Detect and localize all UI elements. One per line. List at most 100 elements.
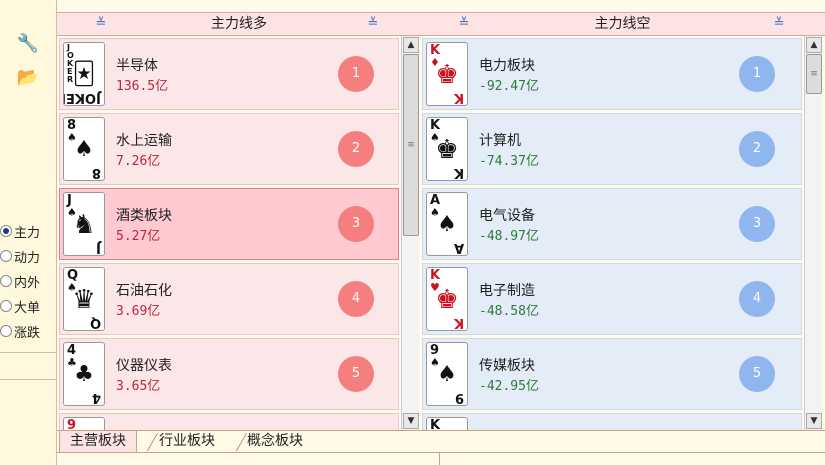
radio-label: 内外 [14, 275, 41, 291]
capital-flow-value: 7.26亿 [116, 154, 161, 169]
sector-row[interactable]: JOKER🃏JOKER半导体136.5亿1 [59, 38, 399, 110]
panel-header: ≚ 主力线多 ≚ [57, 12, 421, 36]
sidebar: 🔧 📂 主力 动力 内外 大单 涨跌 [0, 0, 57, 465]
playing-card-icon: JOKER🃏JOKER [63, 42, 105, 106]
panel-header: ≚ 主力线空 ≚ [420, 12, 825, 36]
sector-list: JOKER🃏JOKER半导体136.5亿18♠♠8水上运输7.26亿2J♠♞J酒… [57, 36, 401, 430]
playing-card-icon: 9♥9 [63, 417, 105, 430]
sector-row[interactable]: A ♠ ♠ A 电气设备 -48.97亿 3 [422, 188, 802, 260]
sector-row[interactable]: 8 ♠ ♠ 8 水上运输 7.26亿 2 [59, 113, 399, 185]
card-rank-bottom: 9 [454, 390, 464, 405]
radio-button-icon[interactable] [0, 325, 12, 337]
card-rank-bottom: A [453, 240, 464, 255]
playing-card-icon: K ♦ ♚ K [426, 42, 468, 106]
card-rank-bottom: 4 [91, 390, 101, 405]
card-rank: 9 [67, 418, 77, 431]
scroll-thumb[interactable]: ≡ [806, 54, 822, 94]
rank-badge: 5 [739, 356, 775, 392]
sidebar-divider [0, 379, 56, 380]
panel-bear: ≚ 主力线空 ≚ K ♦ ♚ K 电力板块 -92.47亿 1 K ♠ ♚ K 计算机 -74.37亿 2… [420, 12, 825, 430]
collapse-icon[interactable]: ≚ [93, 16, 109, 32]
panel-title: 主力线空 [594, 16, 651, 32]
card-rank-bottom: K [453, 315, 464, 330]
card-face-icon: ♣ [74, 362, 94, 387]
radio-inout[interactable]: 内外 [0, 270, 40, 292]
tab-concept[interactable]: 概念板块 [237, 431, 313, 453]
rank-badge: 5 [338, 356, 374, 392]
playing-card-icon: Q ♠ ♛ Q [63, 267, 105, 331]
scroll-up-icon[interactable]: ▲ [806, 37, 822, 53]
folder-icon[interactable]: 📂 [16, 66, 40, 88]
rank-badge: 3 [338, 206, 374, 242]
sector-row[interactable]: K ♥ ♚ K 电子制造 -48.58亿 4 [422, 263, 802, 335]
playing-card-icon: A ♠ ♠ A [426, 192, 468, 256]
card-face-icon: ♚ [435, 285, 459, 315]
card-rank-bottom: J [96, 240, 101, 255]
card-face-icon: ♞ [72, 210, 96, 240]
sector-name: 计算机 [479, 133, 521, 149]
sector-row[interactable]: 9♥9 [59, 413, 399, 430]
radio-main[interactable]: 主力 [0, 220, 40, 242]
radio-button-icon[interactable] [0, 225, 12, 237]
rank-badge: 2 [739, 131, 775, 167]
expand-icon[interactable]: ≚ [365, 16, 381, 32]
sector-name: 水上运输 [116, 133, 172, 149]
tab-bar: 主营板块 行业板块 概念板块 [57, 430, 825, 453]
expand-icon[interactable]: ≚ [771, 16, 787, 32]
playing-card-icon: J ♠ ♞ J [63, 192, 105, 256]
capital-flow-value: -42.95亿 [479, 379, 539, 394]
tab-industry[interactable]: 行业板块 [149, 431, 225, 453]
card-rank: K [430, 418, 441, 431]
tab-main-business[interactable]: 主营板块 [59, 431, 137, 453]
sector-name: 电子制造 [479, 283, 535, 299]
playing-card-icon: 4 ♣ ♣ 4 [63, 342, 105, 406]
panel-bull: ≚ 主力线多 ≚ JOKER🃏JOKER半导体136.5亿18♠♠8水上运输7.… [57, 12, 421, 430]
vertical-scrollbar[interactable]: ▲ ≡ ▼ [401, 36, 419, 430]
card-face-icon: ♠ [437, 212, 457, 237]
sector-name: 半导体 [116, 58, 158, 74]
playing-card-icon: K ♠ ♚ K [426, 117, 468, 181]
sector-name: 传媒板块 [479, 358, 535, 374]
status-bar [57, 452, 825, 465]
sector-row[interactable]: J ♠ ♞ J 酒类板块 5.27亿 3 [59, 188, 399, 260]
capital-flow-value: -48.58亿 [479, 304, 539, 319]
card-face-icon: 🃏 [72, 62, 96, 87]
scroll-thumb[interactable]: ≡ [403, 54, 419, 236]
radio-button-icon[interactable] [0, 275, 12, 287]
sector-row[interactable]: Q ♠ ♛ Q 石油石化 3.69亿 4 [59, 263, 399, 335]
sector-row[interactable]: KK [422, 413, 802, 430]
radio-power[interactable]: 动力 [0, 245, 40, 267]
card-rank-bottom: JOKER [64, 90, 101, 105]
scroll-up-icon[interactable]: ▲ [403, 37, 419, 53]
sector-name: 石油石化 [116, 283, 172, 299]
card-face-icon: ♚ [435, 60, 459, 90]
playing-card-icon: K ♥ ♚ K [426, 267, 468, 331]
card-rank-bottom: 8 [91, 165, 101, 180]
sidebar-divider [0, 352, 56, 353]
rank-badge: 3 [739, 206, 775, 242]
radio-button-icon[interactable] [0, 300, 12, 312]
sector-name: 酒类板块 [116, 208, 172, 224]
radio-button-icon[interactable] [0, 250, 12, 262]
vertical-scrollbar[interactable]: ▲ ≡ ▼ [804, 36, 822, 430]
scroll-down-icon[interactable]: ▼ [806, 413, 822, 429]
sector-row[interactable]: K ♠ ♚ K 计算机 -74.37亿 2 [422, 113, 802, 185]
card-face-icon: ♠ [74, 137, 94, 162]
radio-change[interactable]: 涨跌 [0, 320, 40, 342]
sector-row[interactable]: 9 ♠ ♠ 9 传媒板块 -42.95亿 5 [422, 338, 802, 410]
capital-flow-value: -74.37亿 [479, 154, 539, 169]
wrench-icon[interactable]: 🔧 [16, 32, 40, 54]
capital-flow-value: -92.47亿 [479, 79, 539, 94]
sector-row[interactable]: 4 ♣ ♣ 4 仪器仪表 3.65亿 5 [59, 338, 399, 410]
card-rank-bottom: K [453, 90, 464, 105]
scroll-down-icon[interactable]: ▼ [403, 413, 419, 429]
radio-label: 大单 [14, 300, 41, 316]
rank-badge: 4 [739, 281, 775, 317]
panel-title: 主力线多 [211, 16, 267, 32]
radio-bigorder[interactable]: 大单 [0, 295, 40, 317]
card-face-icon: ♠ [437, 362, 457, 387]
sector-row[interactable]: K ♦ ♚ K 电力板块 -92.47亿 1 [422, 38, 802, 110]
status-divider [439, 453, 440, 465]
radio-label: 主力 [14, 225, 41, 241]
collapse-icon[interactable]: ≚ [456, 16, 472, 32]
